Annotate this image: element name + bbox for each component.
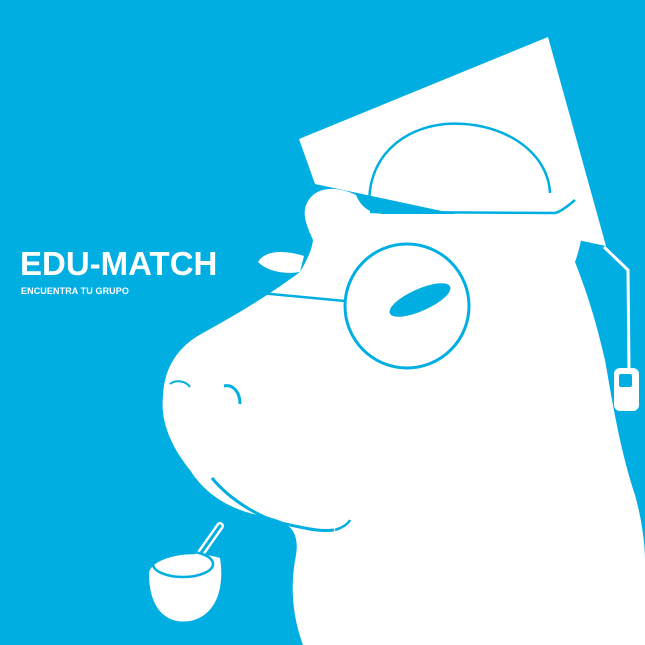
- capybara-ear-icon: [258, 252, 304, 273]
- tassel-icon: [602, 245, 631, 371]
- pipe-icon: [149, 522, 224, 622]
- capybara-graduate-icon: [149, 37, 645, 645]
- capybara-body-icon: [162, 188, 645, 645]
- logo-canvas: EDU-MATCH ENCUENTRA TU GRUPO: [0, 0, 645, 645]
